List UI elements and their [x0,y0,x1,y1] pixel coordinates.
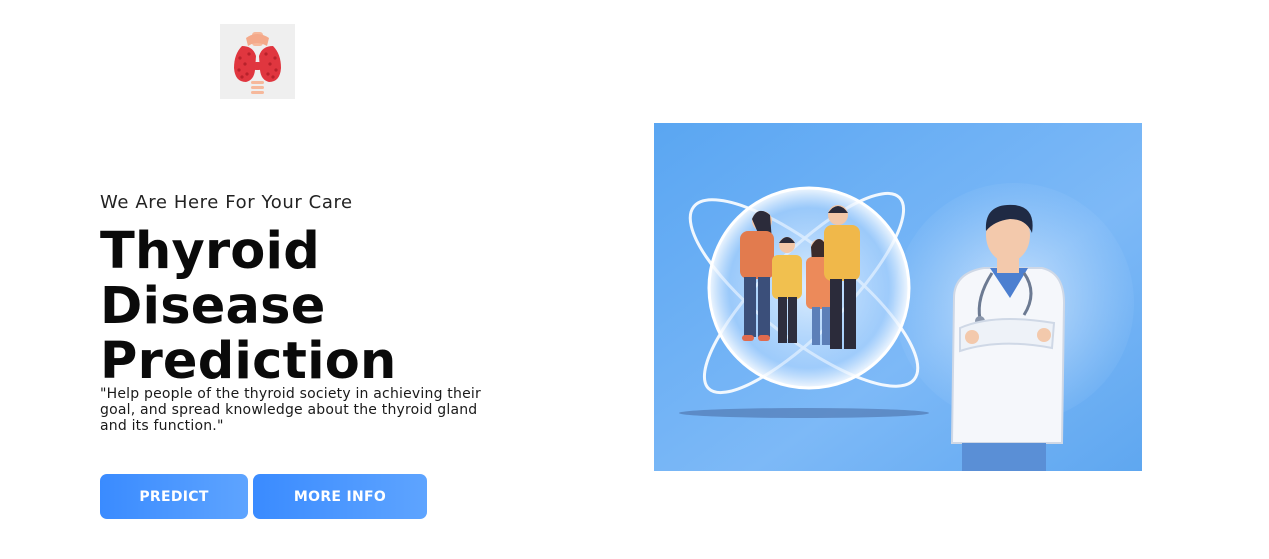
mission-quote: "Help people of the thyroid society in a… [100,386,481,434]
more-info-button[interactable]: MORE INFO [253,474,427,519]
thyroid-logo-icon [220,24,295,99]
hero-tagline: We Are Here For Your Care [100,192,353,213]
predict-button[interactable]: PREDICT [100,474,248,519]
page-title: Thyroid Disease Prediction [100,222,397,391]
doctor-and-family-illustration [654,123,1142,471]
